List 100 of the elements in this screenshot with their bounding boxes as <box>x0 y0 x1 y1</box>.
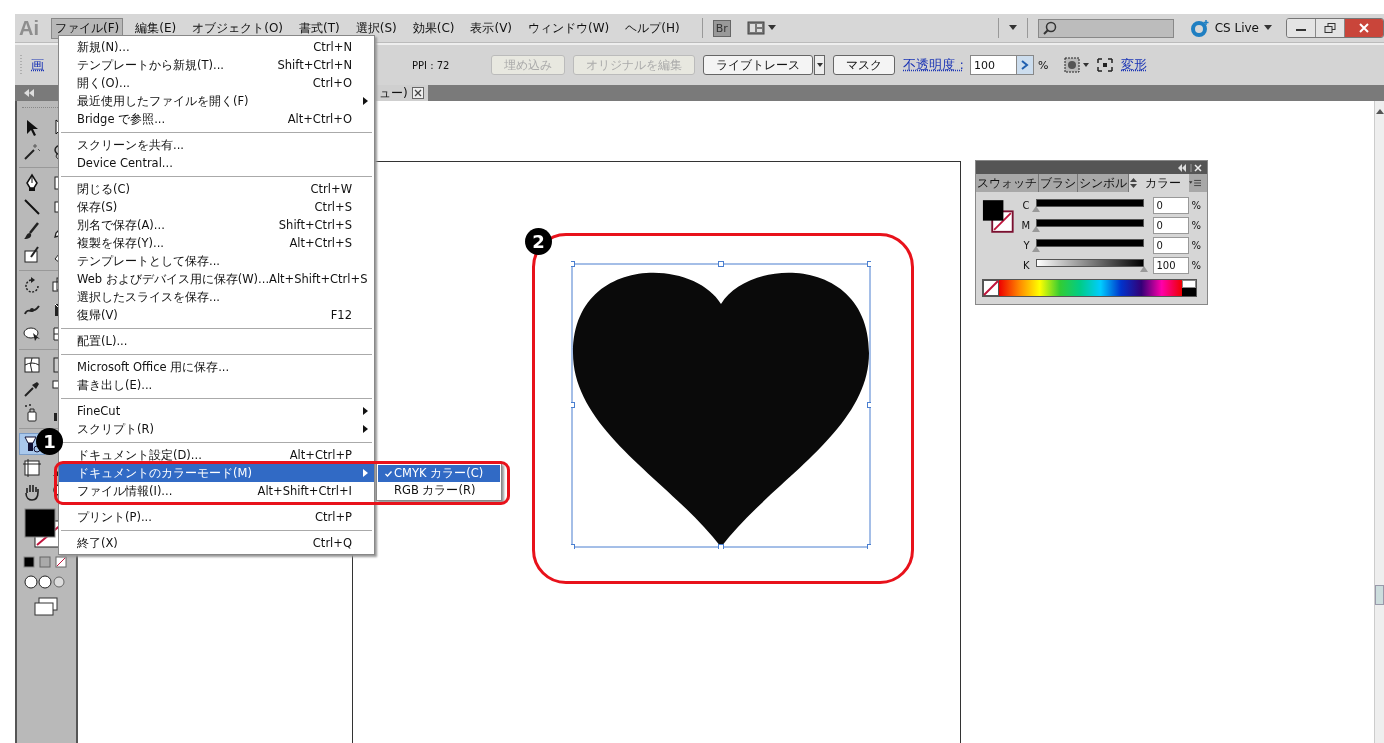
close-icon <box>1358 23 1370 33</box>
menu-item[interactable]: ウィンドウ(W) <box>524 17 614 39</box>
menu-item[interactable]: 別名で保存(A)... Shift+Ctrl+S <box>59 216 374 234</box>
slider-thumb[interactable] <box>1032 246 1041 252</box>
menu-item[interactable]: ヘルプ(H) <box>621 17 684 39</box>
search-icon <box>1042 21 1057 35</box>
percent-label: % <box>1191 200 1201 211</box>
menu-item[interactable]: CMYK カラー(C) <box>378 465 500 482</box>
channel-label: K <box>1021 260 1030 271</box>
menu-item[interactable]: 表示(V) <box>466 17 517 39</box>
slider-thumb[interactable] <box>1032 226 1041 232</box>
percent-label: % <box>1191 240 1201 251</box>
menu-item[interactable]: 復帰(V) F12 <box>59 306 374 324</box>
scroll-thumb[interactable] <box>1375 585 1384 605</box>
caret-icon <box>767 25 776 31</box>
grid-icon <box>1064 57 1081 73</box>
blob-brush-icon <box>22 245 42 265</box>
menu-item[interactable]: スクリーンを共有... <box>59 136 374 154</box>
percent-label: % <box>1191 260 1201 271</box>
panel-tab[interactable]: カラー <box>1129 174 1189 192</box>
menu-item[interactable]: 複製を保存(Y)... Alt+Ctrl+S <box>59 234 374 252</box>
mesh-icon <box>22 355 42 375</box>
up-arrow-icon <box>1375 109 1384 115</box>
menu-item[interactable]: テンプレートとして保存... <box>59 252 374 270</box>
value-field[interactable]: 0 <box>1153 197 1190 214</box>
value-field[interactable]: 100 <box>1153 257 1190 274</box>
sort-arrows-icon <box>1130 178 1137 188</box>
menu-item[interactable]: プリント(P)... Ctrl+P <box>59 508 374 526</box>
opacity-field[interactable]: 100 <box>970 55 1017 75</box>
panel-controls-icon <box>1177 163 1203 172</box>
style-button[interactable] <box>1064 57 1090 73</box>
value-field[interactable]: 0 <box>1153 237 1190 254</box>
align-icon <box>1097 58 1114 72</box>
percent-label: % <box>1191 220 1201 231</box>
caret-icon <box>1083 62 1090 68</box>
color-ramp[interactable] <box>982 279 1197 297</box>
symbol-sprayer-icon <box>22 434 42 454</box>
image-link[interactable]: 画 <box>31 56 44 74</box>
rotate-icon <box>22 276 42 296</box>
cs-live-button[interactable]: CS Live <box>1189 19 1272 37</box>
search-field[interactable] <box>1037 18 1174 38</box>
panel-tab[interactable]: ブラシ <box>1039 174 1078 192</box>
menu-item[interactable]: Microsoft Office 用に保存... <box>59 358 374 376</box>
caret-icon <box>816 62 823 68</box>
caret-icon <box>1008 25 1017 31</box>
fill-stroke-swatch-icon <box>982 198 1016 234</box>
menu-item[interactable]: 保存(S) Ctrl+S <box>59 198 374 216</box>
menu-item[interactable]: 選択したスライスを保存... <box>59 288 374 306</box>
channel-label: Y <box>1022 240 1030 251</box>
hand-icon <box>22 482 42 502</box>
menu-item[interactable]: テンプレートから新規(T)... Shift+Ctrl+N <box>59 56 374 74</box>
close-button[interactable] <box>1345 19 1383 37</box>
menu-item[interactable]: 閉じる(C) Ctrl+W <box>59 180 374 198</box>
menu-item[interactable]: ドキュメントのカラーモード(M) <box>59 464 374 482</box>
channel-label: C <box>1021 200 1030 211</box>
channel-label: M <box>1021 220 1030 231</box>
minimize-button[interactable] <box>1287 19 1316 37</box>
menu-item[interactable]: 終了(X) Ctrl+Q <box>59 534 374 552</box>
dropdown-button[interactable] <box>1008 25 1017 31</box>
ppi-label: PPI : 72 <box>412 59 450 71</box>
menu-item[interactable]: 配置(L)... <box>59 332 374 350</box>
brush-icon <box>22 221 42 241</box>
collapse-icon <box>23 89 35 97</box>
scroll-bar[interactable] <box>1374 101 1384 743</box>
panel-tab[interactable]: スウォッチ <box>976 174 1039 192</box>
line-icon <box>22 197 42 217</box>
menu-item[interactable]: 書き出し(E)... <box>59 376 374 394</box>
layout-button[interactable] <box>746 21 776 35</box>
restore-icon <box>1324 23 1336 33</box>
app-logo: Ai <box>19 16 39 40</box>
none-swatch-icon <box>983 280 999 296</box>
value-field[interactable]: 0 <box>1153 217 1190 234</box>
opacity-link[interactable]: 不透明度 : <box>903 56 964 74</box>
color-spectrum[interactable] <box>999 280 1182 296</box>
chevron-icon <box>1021 60 1029 70</box>
bridge-button[interactable]: Br <box>712 19 731 37</box>
close-icon <box>411 87 424 99</box>
menu-item[interactable]: FineCut <box>59 402 374 420</box>
transform-link[interactable]: 変形 <box>1121 56 1148 74</box>
menu-item[interactable]: オブジェクト(O) <box>188 17 288 39</box>
slider-thumb[interactable] <box>1032 206 1041 212</box>
swatch-icon <box>1182 280 1196 296</box>
toolbar-button[interactable]: マスク <box>833 55 896 75</box>
menu-item[interactable]: 書式(T) <box>295 17 344 39</box>
menu-item[interactable]: RGB カラー(R) <box>378 482 500 499</box>
panel-menu-icon <box>1189 179 1201 187</box>
cs-live-icon <box>1189 19 1210 37</box>
menu-item[interactable]: 選択(S) <box>351 17 401 39</box>
artboard-icon <box>22 458 42 478</box>
dropdown-button[interactable] <box>814 55 826 75</box>
toolbar-button[interactable]: ライブトレース <box>703 55 814 75</box>
menu-item[interactable]: 新規(N)... Ctrl+N <box>59 38 374 56</box>
layout-icon <box>746 21 765 35</box>
menu-item[interactable]: Device Central... <box>59 154 374 172</box>
caret-icon <box>1264 25 1272 31</box>
restore-button[interactable] <box>1316 19 1345 37</box>
menu-item[interactable]: 編集(E) <box>131 17 181 39</box>
menu-item[interactable]: Web およびデバイス用に保存(W)...Alt+Shift+Ctrl+S <box>59 270 374 288</box>
menu-item[interactable]: 効果(C) <box>408 17 459 39</box>
menu-item[interactable]: Bridge で参照... Alt+Ctrl+O <box>59 110 374 128</box>
